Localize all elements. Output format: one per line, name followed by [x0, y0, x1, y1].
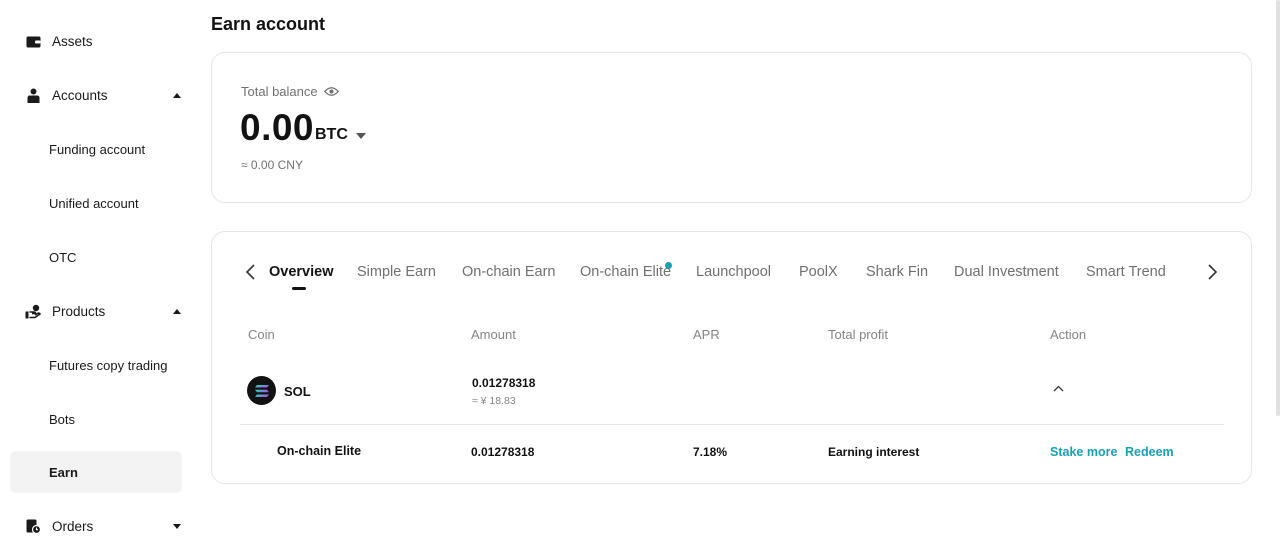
column-header-apr: APR [693, 327, 720, 342]
sidebar-item-label: Earn [49, 464, 78, 480]
sidebar-item-label: Unified account [49, 195, 139, 211]
total-balance-value: 0.00 [240, 107, 315, 148]
sidebar-item-label: Assets [52, 33, 93, 49]
user-icon [25, 87, 41, 103]
sidebar-item-orders[interactable]: Orders [10, 505, 182, 547]
chevron-left-icon[interactable] [242, 262, 258, 282]
tab-overview[interactable]: Overview [269, 264, 334, 280]
tab-poolx[interactable]: PoolX [799, 264, 838, 280]
sidebar-item-label: Funding account [49, 141, 146, 157]
redeem-link[interactable]: Redeem [1125, 445, 1174, 459]
page-title: Earn account [211, 14, 326, 34]
column-header-amount: Amount [471, 327, 516, 342]
wallet-icon [25, 33, 41, 49]
total-balance-text: Total balance [241, 84, 318, 99]
orders-clock-icon [25, 518, 41, 534]
product-profit-status: Earning interest [828, 445, 920, 459]
sidebar-item-label: Products [52, 303, 106, 319]
sidebar-item-label: OTC [49, 249, 77, 265]
sidebar-item-funding-account[interactable]: Funding account [10, 128, 182, 170]
caret-up-icon [173, 308, 181, 314]
sidebar-item-accounts[interactable]: Accounts [10, 74, 182, 116]
notification-dot [665, 262, 672, 269]
chevron-up-icon[interactable] [1051, 381, 1065, 395]
product-amount: 0.01278318 [471, 445, 535, 459]
column-header-total-profit: Total profit [828, 327, 888, 342]
sidebar-item-assets[interactable]: Assets [10, 20, 182, 62]
caret-up-icon [173, 92, 181, 98]
coin-name: SOL [284, 384, 311, 399]
scrollbar[interactable] [1276, 0, 1280, 416]
sidebar-item-bots[interactable]: Bots [10, 398, 182, 440]
tab-on-chain-elite[interactable]: On-chain Elite [580, 264, 671, 280]
total-balance-label: Total balance [241, 84, 339, 99]
product-name: On-chain Elite [277, 444, 362, 458]
sidebar-item-label: Orders [52, 518, 94, 534]
sidebar-item-label: Bots [49, 411, 76, 427]
sol-coin-icon [247, 376, 276, 405]
chevron-right-icon[interactable] [1204, 262, 1220, 282]
balance-fiat: ≈ 0.00 CNY [241, 158, 303, 172]
tab-active-indicator [292, 287, 306, 290]
balance-card: Total balance 0.00 BTC ≈ 0.00 CNY [211, 52, 1252, 203]
sidebar-item-unified-account[interactable]: Unified account [10, 182, 182, 224]
tab-on-chain-earn[interactable]: On-chain Earn [462, 264, 556, 280]
product-apr: 7.18% [693, 445, 728, 459]
sidebar-item-earn[interactable]: Earn [10, 451, 182, 493]
sidebar-item-otc[interactable]: OTC [10, 236, 182, 278]
sidebar-item-label: Accounts [52, 87, 108, 103]
sidebar-item-products[interactable]: Products [10, 290, 182, 332]
column-header-coin: Coin [248, 327, 275, 342]
eye-icon[interactable] [323, 84, 339, 99]
balance-unit[interactable]: BTC [315, 126, 348, 144]
tab-launchpool[interactable]: Launchpool [696, 264, 771, 280]
sidebar-item-futures-copy-trading[interactable]: Futures copy trading [10, 344, 182, 386]
caret-down-icon [173, 523, 181, 529]
sidebar-item-label: Futures copy trading [49, 357, 168, 373]
row-divider [240, 424, 1224, 425]
hand-coin-icon [25, 303, 41, 319]
coin-amount: 0.01278318 [472, 376, 536, 390]
sidebar: Assets Accounts Funding account Unified … [0, 0, 192, 556]
coin-amount-fiat: ≈ ¥ 18.83 [472, 395, 516, 407]
tab-simple-earn[interactable]: Simple Earn [357, 264, 436, 280]
tab-smart-trend[interactable]: Smart Trend [1086, 264, 1166, 280]
tab-dual-investment[interactable]: Dual Investment [954, 264, 1059, 280]
column-header-action: Action [1050, 327, 1087, 342]
tab-shark-fin[interactable]: Shark Fin [866, 264, 928, 280]
stake-more-link[interactable]: Stake more [1050, 445, 1117, 459]
products-card: Overview Simple Earn On-chain Earn On-ch… [211, 231, 1252, 484]
chevron-down-icon[interactable] [356, 133, 366, 139]
